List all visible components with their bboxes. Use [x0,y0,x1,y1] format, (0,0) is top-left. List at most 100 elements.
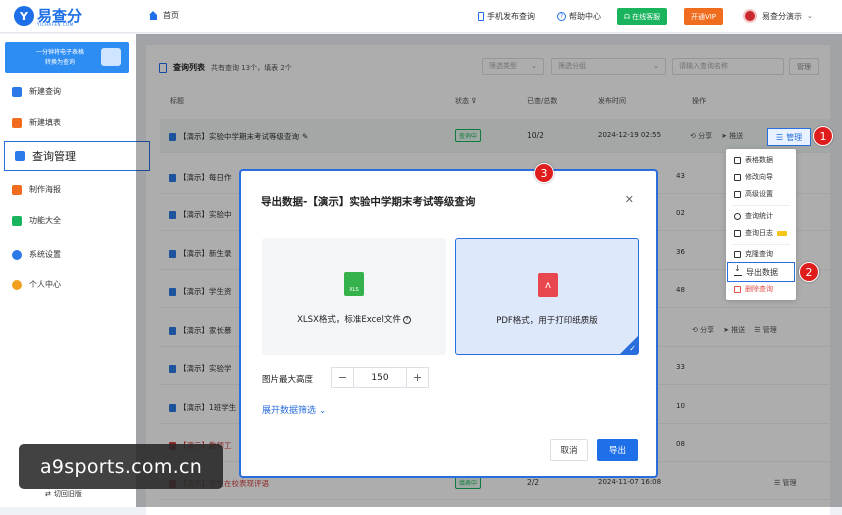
image-height-stepper: − 150 + [331,367,435,388]
expand-filter-link[interactable]: 展开数据筛选 ⌄ [262,403,326,416]
copy-icon [734,250,741,258]
switch-old-version[interactable]: ⇄ 切回旧版 [45,489,82,499]
table-icon [734,156,741,164]
user-menu[interactable]: 易查分演示 ⌄ [743,9,813,23]
online-service-button[interactable]: ☊ 在线客服 [617,8,667,25]
swap-icon: ⇄ [45,490,51,498]
close-icon[interactable]: ✕ [625,193,634,206]
home-label: 首页 [163,11,179,20]
menu-item-query-log[interactable]: 查询日志 [734,228,787,238]
sidebar-item-label: 系统设置 [29,250,61,259]
sidebar-item-label: 新建查询 [29,87,61,96]
dialog-title: 导出数据-【演示】实验中学期末考试等级查询 [261,196,476,208]
check-icon: ✓ [629,344,636,353]
xlsx-label-text: XLSX格式，标准Excel文件 [297,315,401,325]
query-management-icon [15,151,25,161]
promo-illustration [101,48,121,66]
chevron-down-icon: ⌄ [318,406,327,416]
home-icon [148,10,159,21]
logo-subtext: YICHAFEN.COM [37,22,74,27]
xls-icon-text: XLS [349,287,359,293]
menu-item-label: 导出数据 [746,267,778,277]
gear-icon [12,249,22,260]
sidebar: 一分钟将电子表格 转换为查询 [0,34,136,507]
sidebar-item-label: 制作海报 [29,185,61,194]
excel-file-icon: XLS [344,272,364,296]
promo-banner[interactable]: 一分钟将电子表格 转换为查询 [5,42,129,73]
sidebar-item-settings[interactable]: 系统设置 [12,249,61,260]
calendar-icon [734,229,741,237]
edit-icon [734,173,741,181]
sidebar-item-new-form[interactable]: 新建填表 [12,117,61,128]
export-dialog: 导出数据-【演示】实验中学期末考试等级查询 ✕ XLS XLSX格式，标准Exc… [239,169,658,478]
menu-item-clone-query[interactable]: 克隆查询 [734,249,773,259]
chevron-down-icon: ⌄ [807,12,813,20]
menu-divider [732,205,790,206]
help-icon[interactable]: ? [402,315,411,324]
poster-icon [12,184,22,195]
sidebar-item-label: 个人中心 [29,280,61,289]
user-name: 易查分演示 [762,11,802,21]
sidebar-item-label: 新建填表 [29,118,61,127]
callout-3: 3 [534,163,554,183]
new-query-icon [12,86,22,97]
download-icon [734,264,742,276]
manage-label: 管理 [786,132,803,142]
menu-item-edit-wizard[interactable]: 修改向导 [734,172,773,182]
menu-item-label: 修改向导 [745,173,773,181]
menu-divider [732,244,790,245]
menu-item-advanced-settings[interactable]: 高级设置 [734,189,773,199]
logo-text: 易查分 [37,7,83,25]
export-button[interactable]: 导出 [597,439,638,461]
increment-button[interactable]: + [406,367,429,388]
trash-icon [734,285,741,293]
menu-item-label: 删除查询 [745,285,773,293]
help-label: 帮助中心 [569,12,601,21]
image-height-label: 图片最大高度 [262,375,314,385]
promo-text: 一分钟将电子表格 转换为查询 [35,49,84,66]
new-form-icon [12,117,22,128]
sidebar-item-profile[interactable]: 个人中心 [12,279,61,290]
pdf-format-option[interactable]: ᴧ PDF格式，用于打印纸质版 ✓ [455,238,639,355]
image-height-input[interactable]: 150 [354,367,406,388]
decrement-button[interactable]: − [331,367,354,388]
menu-icon: ☰ [775,132,784,142]
sidebar-item-label: 功能大全 [29,216,61,225]
menu-item-table-data[interactable]: 表格数据 [734,155,773,165]
old-version-label: 切回旧版 [53,490,82,498]
home-link[interactable]: 首页 [148,10,179,21]
cancel-button[interactable]: 取消 [550,439,588,461]
headset-icon: ☊ [623,12,631,21]
menu-item-label: 表格数据 [745,156,773,164]
sidebar-item-new-query[interactable]: 新建查询 [12,86,61,97]
clock-icon [734,212,741,220]
watermark: a9sports.com.cn [19,444,223,489]
logo-icon: Y [14,6,34,26]
sidebar-item-poster[interactable]: 制作海报 [12,184,61,195]
sidebar-item-features[interactable]: 功能大全 [12,215,61,226]
user-icon [12,279,22,290]
xlsx-format-option[interactable]: XLS XLSX格式，标准Excel文件? [262,238,446,355]
menu-item-export-data[interactable]: 导出数据 [727,262,795,282]
features-icon [12,215,22,226]
top-bar: Y 易查分 YICHAFEN.COM 首页 手机发布查询 ? 帮助中心 ☊ 在线… [0,0,842,33]
phone-icon [478,12,484,21]
mobile-publish-label: 手机发布查询 [487,12,535,21]
callout-1: 1 [813,126,833,146]
menu-item-label: 高级设置 [745,190,773,198]
sidebar-item-query-management[interactable]: 查询管理 [4,141,150,171]
mobile-publish-link[interactable]: 手机发布查询 [478,11,535,22]
callout-2: 2 [799,262,819,282]
vip-badge [777,230,787,236]
pdf-file-icon: ᴧ [538,273,558,297]
help-center-link[interactable]: ? 帮助中心 [557,11,601,22]
grid-icon [734,190,741,198]
menu-item-delete-query[interactable]: 删除查询 [734,284,773,294]
row-manage-button[interactable]: ☰ 管理 [767,128,811,146]
help-icon: ? [557,12,566,21]
menu-item-query-stats[interactable]: 查询统计 [734,211,773,221]
vip-button[interactable]: 开通VIP [684,8,723,25]
menu-item-label: 查询统计 [745,212,773,220]
expand-filter-label: 展开数据筛选 [262,406,317,416]
xlsx-label: XLSX格式，标准Excel文件? [262,313,446,325]
